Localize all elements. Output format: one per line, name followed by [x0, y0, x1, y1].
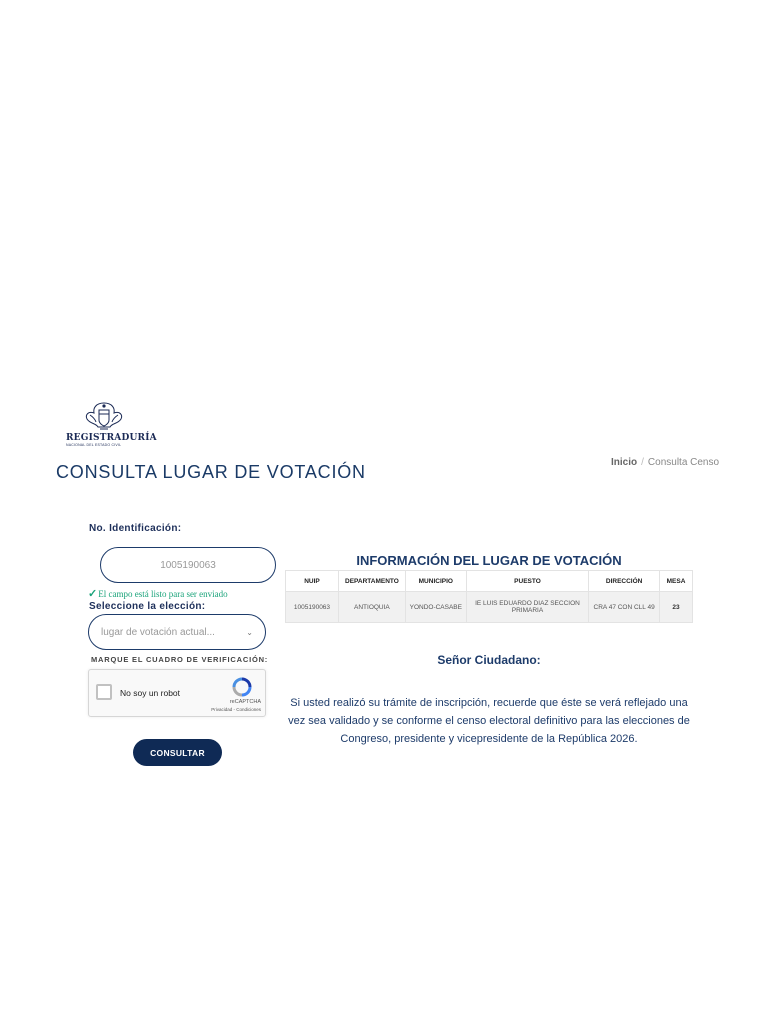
verify-label: MARQUE EL CUADRO DE VERIFICACIÓN:	[91, 655, 269, 664]
table-cell: ANTIOQUIA	[337, 591, 406, 623]
column-header: MUNICIPIO	[404, 570, 467, 592]
coat-of-arms-icon	[85, 402, 123, 430]
validation-text: El campo está listo para ser enviado	[98, 589, 228, 599]
table-cell: IE LUIS EDUARDO DIAZ SECCION PRIMARIA	[465, 591, 590, 623]
consultar-button[interactable]: CONSULTAR	[133, 739, 222, 766]
page-title: CONSULTA LUGAR DE VOTACIÓN	[56, 462, 366, 482]
logo-title: REGISTRADURÍA	[66, 433, 157, 443]
recaptcha-checkbox[interactable]	[96, 684, 112, 700]
election-select-value: lugar de votación actual...	[101, 626, 215, 638]
chevron-down-icon: ⌄	[246, 627, 253, 637]
breadcrumb-separator: /	[641, 457, 644, 468]
column-header: DIRECCIÓN	[588, 570, 661, 592]
breadcrumb: Inicio / Consulta Censo	[611, 457, 719, 468]
id-label: No. Identificación:	[89, 523, 182, 534]
results-title: INFORMACIÓN DEL LUGAR DE VOTACIÓN	[356, 553, 622, 568]
table-cell: 23	[659, 591, 693, 623]
logo-subtitle: NACIONAL DEL ESTADO CIVIL	[66, 443, 122, 447]
registraduria-logo: REGISTRADURÍA NACIONAL DEL ESTADO CIVIL	[66, 400, 157, 448]
column-header: NUIP	[285, 570, 339, 592]
results-table: NUIP DEPARTAMENTO MUNICIPIO PUESTO DIREC…	[285, 570, 693, 623]
column-header: DEPARTAMENTO	[337, 570, 406, 592]
notice-greeting: Señor Ciudadano:	[437, 653, 541, 667]
recaptcha-links[interactable]: Privacidad - Condiciones	[201, 707, 261, 712]
column-header: MESA	[659, 570, 693, 592]
table-cell: YONDO-CASABE	[404, 591, 467, 623]
breadcrumb-home-link[interactable]: Inicio	[611, 457, 637, 468]
validation-message: ✓El campo está listo para ser enviado	[88, 587, 228, 600]
table-row: 1005190063 ANTIOQUIA YONDO-CASABE IE LUI…	[285, 591, 693, 623]
election-select[interactable]: lugar de votación actual... ⌄	[88, 614, 266, 650]
table-cell: 1005190063	[285, 591, 339, 623]
notice-text: Si usted realizó su trámite de inscripci…	[288, 697, 690, 745]
table-header-row: NUIP DEPARTAMENTO MUNICIPIO PUESTO DIREC…	[285, 570, 693, 592]
column-header: PUESTO	[465, 570, 590, 592]
check-icon: ✓	[88, 588, 98, 600]
id-input[interactable]	[100, 547, 276, 583]
recaptcha-brand: reCAPTCHA	[229, 699, 261, 705]
table-cell: CRA 47 CON CLL 49	[588, 591, 661, 623]
recaptcha-icon	[232, 677, 252, 697]
recaptcha-widget: No soy un robot reCAPTCHA Privacidad - C…	[88, 669, 266, 717]
breadcrumb-current: Consulta Censo	[647, 457, 720, 468]
election-label: Seleccione la elección:	[89, 601, 206, 612]
recaptcha-label: No soy un robot	[120, 688, 181, 698]
